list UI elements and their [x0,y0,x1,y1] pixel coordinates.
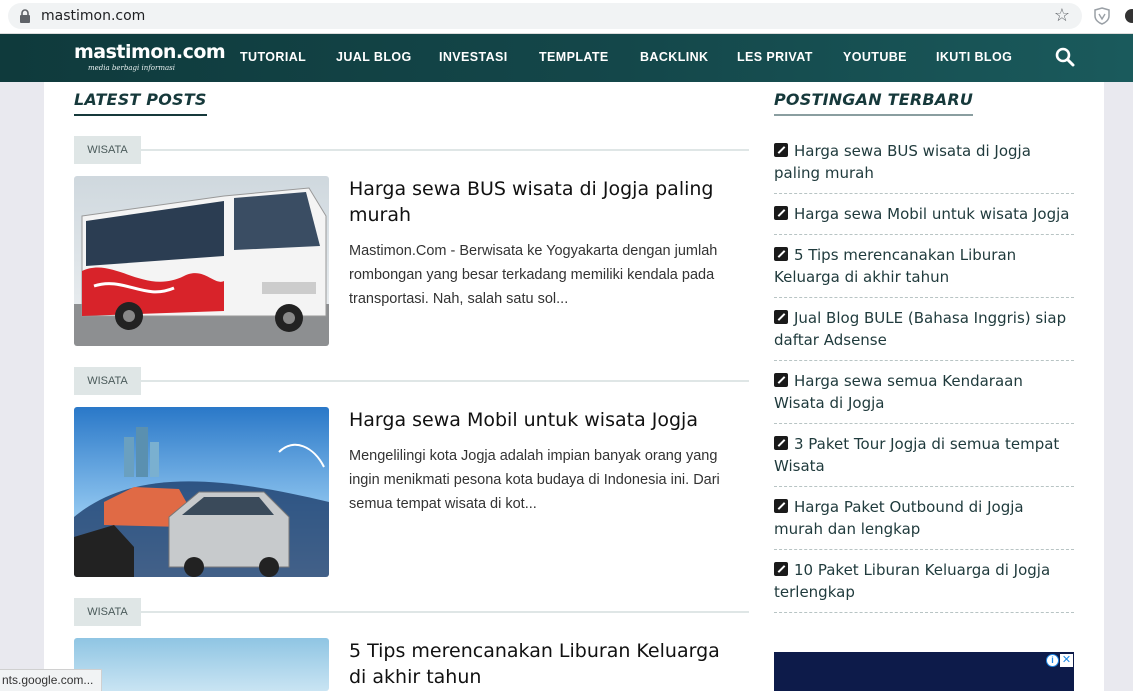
divider [774,234,1074,235]
post-title[interactable]: 5 Tips merencanakan Liburan Keluarga di … [349,638,739,690]
post-thumbnail-bus[interactable] [74,176,329,346]
latest-posts-heading: LATEST POSTS [74,90,207,116]
recent-post-link[interactable]: 3 Paket Tour Jogja di semua tempat Wisat… [774,433,1074,477]
search-icon[interactable] [1055,47,1075,67]
nav-item-template[interactable]: TEMPLATE [539,50,609,64]
url-text: mastimon.com [41,8,146,24]
edit-icon [774,206,788,220]
divider [141,380,749,382]
ad-close-icon[interactable]: ✕ [1060,654,1073,667]
post-category-row: WISATA [74,598,749,626]
nav-item-youtube[interactable]: YOUTUBE [843,50,907,64]
bus-image [74,176,329,346]
edit-icon [774,562,788,576]
divider [774,360,1074,361]
post-category-row: WISATA [74,136,749,164]
category-badge[interactable]: WISATA [74,136,141,164]
post-excerpt: Mengelilingi kota Jogja adalah impian ba… [349,448,720,512]
recent-post-link[interactable]: Harga sewa Mobil untuk wisata Jogja [774,203,1074,225]
divider [141,149,749,151]
divider [774,549,1074,550]
recent-post-label: Jual Blog BULE (Bahasa Inggris) siap daf… [774,309,1067,349]
nav-item-les-privat[interactable]: LES PRIVAT [737,50,813,64]
recent-post-link[interactable]: Jual Blog BULE (Bahasa Inggris) siap daf… [774,307,1074,351]
cars-image [74,407,329,577]
recent-post-label: 3 Paket Tour Jogja di semua tempat Wisat… [774,435,1060,475]
site-navbar: mastimon.com media berbagi informasi TUT… [0,34,1133,82]
recent-post-link[interactable]: Harga Paket Outbound di Jogja murah dan … [774,496,1074,540]
divider [141,611,749,613]
category-badge[interactable]: WISATA [74,367,141,395]
logo-text: mastimon.com [74,41,226,63]
recent-post-label: Harga Paket Outbound di Jogja murah dan … [774,498,1024,538]
recent-post-label: 10 Paket Liburan Keluarga di Jogja terle… [774,561,1051,601]
thumbnail-image [74,638,329,691]
recent-post-label: 5 Tips merencanakan Liburan Keluarga di … [774,246,1017,286]
edit-icon [774,143,788,157]
edit-icon [774,310,788,324]
nav-item-tutorial[interactable]: TUTORIAL [240,50,306,64]
nav-item-backlink[interactable]: BACKLINK [640,50,708,64]
recent-post-label: Harga sewa BUS wisata di Jogja paling mu… [774,142,1031,182]
recent-post-link[interactable]: 5 Tips merencanakan Liburan Keluarga di … [774,244,1074,288]
post-thumbnail-family[interactable] [74,638,329,691]
recent-post-link[interactable]: 10 Paket Liburan Keluarga di Jogja terle… [774,559,1074,603]
content-panel: LATEST POSTS WISATA Harga sewa BUS wisat… [44,82,1104,691]
status-url-bubble: nts.google.com... [0,669,103,691]
nav-item-ikuti-blog[interactable]: IKUTI BLOG [936,50,1012,64]
profile-avatar[interactable] [1125,9,1133,23]
divider [774,486,1074,487]
browser-toolbar: mastimon.com ☆ [0,0,1133,34]
recent-posts-heading: POSTINGAN TERBARU [774,90,974,116]
address-bar[interactable]: mastimon.com ☆ [8,3,1082,29]
divider [774,297,1074,298]
ad-banner[interactable]: i ✕ [774,652,1074,691]
logo-tagline: media berbagi informasi [88,64,176,72]
post-excerpt: Mastimon.Com - Berwisata ke Yogyakarta d… [349,243,718,307]
site-logo[interactable]: mastimon.com media berbagi informasi [74,41,226,75]
divider [774,193,1074,194]
recent-post-link[interactable]: Harga sewa BUS wisata di Jogja paling mu… [774,140,1074,184]
category-badge[interactable]: WISATA [74,598,141,626]
nav-item-investasi[interactable]: INVESTASI [439,50,508,64]
divider [774,612,1074,613]
edit-icon [774,373,788,387]
recent-post-label: Harga sewa Mobil untuk wisata Jogja [794,205,1070,223]
edit-icon [774,499,788,513]
post-thumbnail-cars[interactable] [74,407,329,577]
nav-item-jual-blog[interactable]: JUAL BLOG [336,50,412,64]
ad-info-icon[interactable]: i [1046,654,1059,667]
recent-post-link[interactable]: Harga sewa semua Kendaraan Wisata di Jog… [774,370,1074,414]
divider [774,423,1074,424]
post-title[interactable]: Harga sewa Mobil untuk wisata Jogja [349,407,739,433]
shield-icon[interactable] [1094,7,1110,25]
lock-icon [20,9,30,23]
recent-post-label: Harga sewa semua Kendaraan Wisata di Jog… [774,372,1023,412]
post-category-row: WISATA [74,367,749,395]
bookmark-star-icon[interactable]: ☆ [1054,5,1070,26]
post-title[interactable]: Harga sewa BUS wisata di Jogja paling mu… [349,176,739,228]
edit-icon [774,247,788,261]
edit-icon [774,436,788,450]
